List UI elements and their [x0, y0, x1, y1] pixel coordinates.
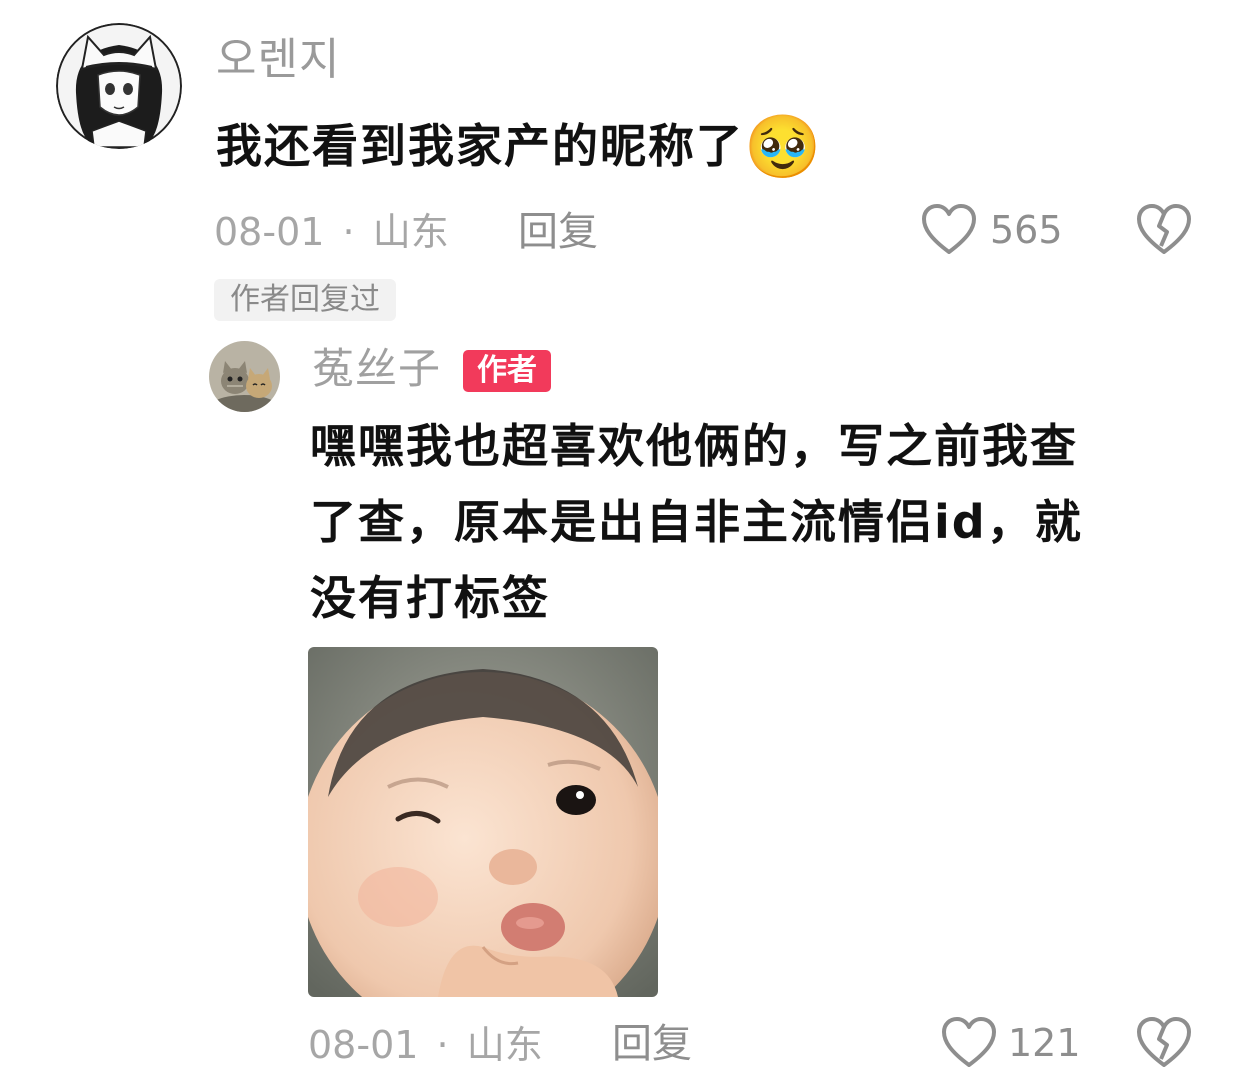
- commenter-avatar[interactable]: [56, 23, 182, 149]
- meta-separator: ·: [342, 210, 355, 254]
- comment-reply-button[interactable]: 回复: [518, 212, 598, 252]
- reply-reply-button[interactable]: 回复: [612, 1024, 692, 1064]
- pleading-tears-emoji: 🥹: [744, 110, 824, 183]
- reply-dislike-button[interactable]: [1134, 1015, 1194, 1071]
- author-replied-tag: 作者回复过: [214, 279, 396, 321]
- comment-thread: 오렌지 我还看到我家产的昵称了🥹 08-01 · 山东 回复 565 作者回复过: [0, 0, 1260, 1083]
- author-badge: 作者: [463, 350, 551, 392]
- reply-text-line: 嘿嘿我也超喜欢他俩的，写之前我查: [310, 419, 1078, 473]
- meta-separator: ·: [436, 1023, 449, 1067]
- comment-location: 山东: [372, 210, 449, 254]
- comment-like-button[interactable]: 565: [920, 202, 1063, 258]
- broken-heart-icon: [1134, 1015, 1194, 1075]
- comment-dislike-button[interactable]: [1134, 202, 1194, 258]
- reply-meta: 08-01 · 山东: [308, 1026, 543, 1064]
- commenter-username[interactable]: 오렌지: [216, 38, 340, 82]
- reply-like-button[interactable]: 121: [940, 1015, 1081, 1071]
- reply-text-line: 没有打标签: [310, 571, 550, 625]
- reply-date: 08-01: [308, 1023, 419, 1067]
- reply-username[interactable]: 菟丝子: [312, 348, 441, 390]
- reply-location: 山东: [466, 1023, 543, 1067]
- comment-text: 我还看到我家产的昵称了: [216, 119, 744, 173]
- comment-body: 我还看到我家产的昵称了🥹: [216, 108, 823, 185]
- broken-heart-icon: [1134, 202, 1194, 262]
- reply-body: 嘿嘿我也超喜欢他俩的，写之前我查 了查，原本是出自非主流情侣id，就 没有打标签: [310, 408, 1190, 636]
- comment-date: 08-01: [214, 210, 325, 254]
- heart-outline-icon: [940, 1015, 998, 1071]
- reply-like-count: 121: [1008, 1021, 1081, 1065]
- comment-like-count: 565: [990, 208, 1063, 252]
- comment-meta: 08-01 · 山东: [214, 213, 449, 251]
- reply-text-line: 了查，原本是出自非主流情侣id，就: [310, 495, 1083, 549]
- heart-outline-icon: [920, 202, 978, 258]
- reply-avatar[interactable]: [209, 341, 280, 412]
- reply-sticker-image[interactable]: [308, 647, 658, 997]
